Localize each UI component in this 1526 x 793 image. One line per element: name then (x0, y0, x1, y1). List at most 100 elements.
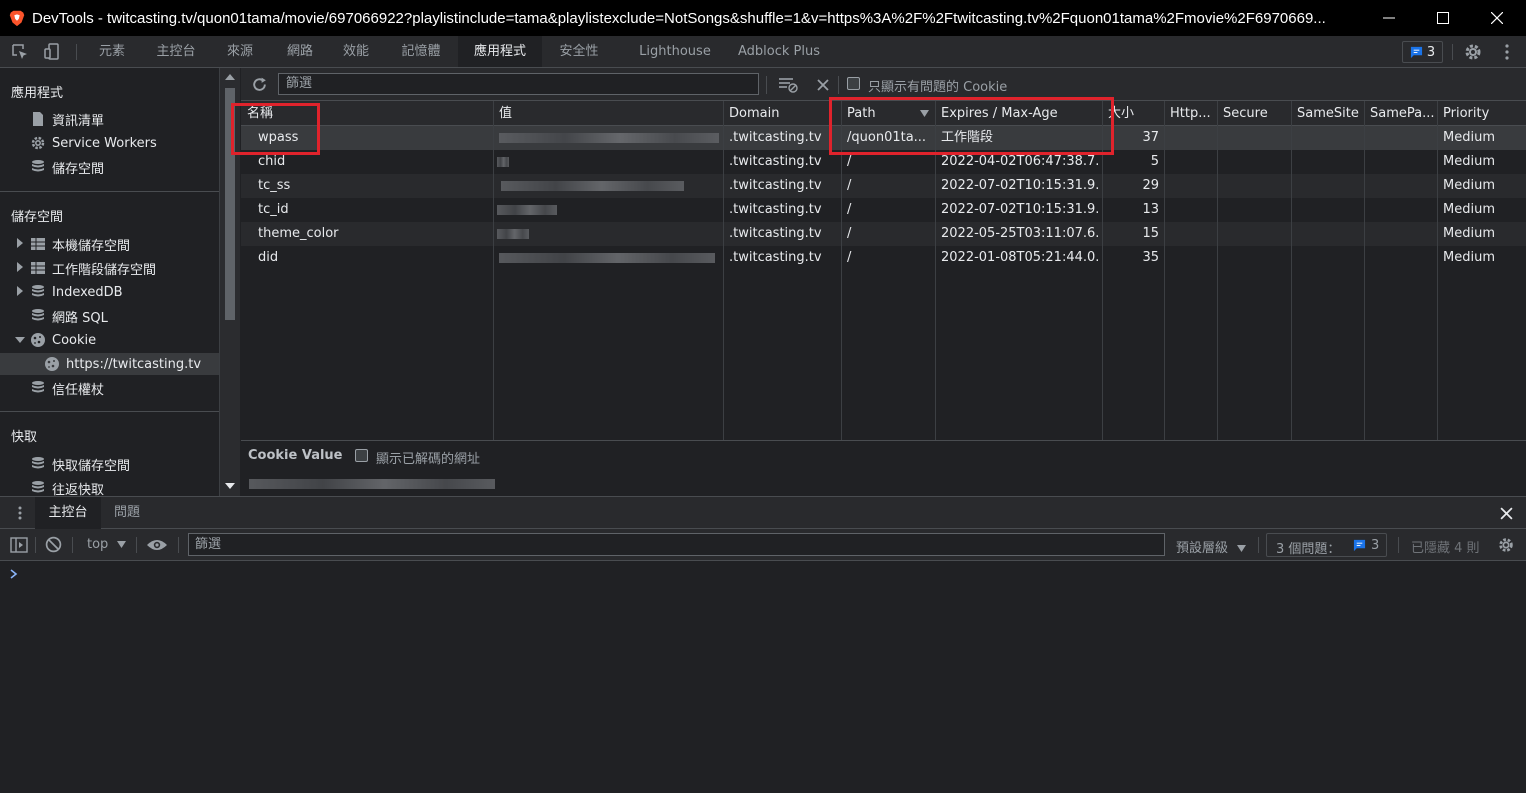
tab-lighthouse[interactable]: Lighthouse (628, 36, 722, 67)
console-output[interactable] (0, 561, 1526, 793)
minimize-button[interactable] (1362, 0, 1416, 36)
collapse-arrow-icon[interactable] (15, 336, 25, 344)
cookie-expires: 2022-05-25T03:11:07.6... (941, 226, 1099, 241)
tab-application[interactable]: 應用程式 (458, 36, 542, 67)
drawer-menu-icon[interactable] (12, 505, 28, 521)
table-grid-icon (31, 238, 45, 250)
document-icon (33, 112, 43, 126)
database-icon (32, 381, 44, 393)
tab-security[interactable]: 安全性 (544, 36, 614, 67)
cookie-priority: Medium (1443, 202, 1495, 217)
sidebar-item-indexeddb[interactable]: IndexedDB (30, 281, 123, 303)
scroll-down-arrow-icon[interactable] (224, 482, 236, 490)
cookie-path: / (847, 178, 852, 193)
scroll-up-arrow-icon[interactable] (224, 73, 236, 81)
table-grid-icon (31, 262, 45, 274)
minimize-icon (1383, 17, 1395, 19)
cookie-priority: Medium (1443, 154, 1495, 169)
sidebar-item-web-sql[interactable]: 網路 SQL (30, 305, 108, 327)
cookie-filter-input[interactable]: 篩選 (278, 73, 759, 95)
cookie-priority: Medium (1443, 130, 1495, 145)
maximize-button[interactable] (1416, 0, 1470, 36)
redacted-value (501, 181, 684, 191)
tab-sources[interactable]: 來源 (212, 36, 268, 67)
cookie-value-label: Cookie Value (248, 448, 343, 463)
sidebar-section-storage: 儲存空間 (11, 210, 64, 225)
table-row[interactable]: theme_color .twitcasting.tv / 2022-05-25… (241, 222, 1526, 246)
database-icon (32, 285, 44, 297)
clear-console-icon[interactable] (45, 536, 62, 553)
tab-performance[interactable]: 效能 (328, 36, 384, 67)
expand-arrow-icon[interactable] (16, 238, 24, 248)
close-drawer-icon[interactable] (1500, 507, 1513, 520)
only-issues-checkbox[interactable] (847, 77, 860, 90)
issues-counter-button[interactable]: 3 個問題： 3 (1266, 533, 1387, 557)
sidebar-item-local-storage[interactable]: 本機儲存空間 (30, 233, 130, 255)
tab-adblock-plus[interactable]: Adblock Plus (728, 36, 830, 67)
sidebar-item-cookie-origin[interactable]: https://twitcasting.tv (0, 353, 219, 375)
tab-elements[interactable]: 元素 (84, 36, 140, 67)
column-header-sameparty[interactable]: SamePa... (1364, 101, 1437, 126)
sidebar-item-session-storage[interactable]: 工作階段儲存空間 (30, 257, 156, 279)
close-window-button[interactable] (1470, 0, 1524, 36)
sidebar-item-back-forward-cache[interactable]: 往返快取 (30, 477, 104, 496)
refresh-icon[interactable] (251, 76, 268, 93)
cookie-name: tc_id (258, 202, 289, 217)
drawer-tab-console[interactable]: 主控台 (35, 497, 101, 529)
column-header-samesite[interactable]: SameSite (1291, 101, 1364, 126)
cookie-domain: .twitcasting.tv (729, 178, 822, 193)
expand-arrow-icon[interactable] (16, 286, 24, 296)
sidebar-item-cache-storage[interactable]: 快取儲存空間 (30, 453, 130, 475)
sidebar-item-service-workers[interactable]: Service Workers (30, 132, 157, 154)
console-filter-input[interactable]: 篩選 (188, 533, 1165, 556)
redacted-cookie-value (249, 479, 495, 489)
column-header-domain[interactable]: Domain (723, 101, 841, 126)
cookie-size: 15 (1142, 226, 1159, 241)
tab-network[interactable]: 網路 (272, 36, 328, 67)
cookie-path: / (847, 202, 852, 217)
drawer-tab-issues[interactable]: 問題 (103, 497, 151, 529)
column-header-httponly[interactable]: Http... (1164, 101, 1217, 126)
database-icon (32, 457, 44, 469)
sidebar-section-cache: 快取 (11, 430, 38, 445)
log-levels-select[interactable]: 預設層級 (1176, 537, 1247, 556)
execution-context-select[interactable]: top (87, 537, 127, 552)
sidebar-item-cookies[interactable]: Cookie (30, 329, 96, 351)
column-header-secure[interactable]: Secure (1217, 101, 1291, 126)
highlight-path-expires-box (829, 97, 1114, 155)
show-decoded-url-checkbox[interactable] (355, 449, 368, 462)
redacted-value (497, 229, 529, 239)
application-sidebar: 應用程式 資訊清單 Service Workers 儲存空間 儲存空間 本機儲存… (0, 68, 219, 496)
cookie-path: / (847, 226, 852, 241)
maximize-icon (1437, 12, 1449, 24)
issues-badge-button[interactable]: 3 (1402, 41, 1443, 63)
devtools-tab-strip: 元素 主控台 來源 網路 效能 記憶體 應用程式 安全性 Lighthouse … (0, 36, 1526, 68)
database-icon (32, 309, 44, 321)
column-header-priority[interactable]: Priority (1437, 101, 1526, 126)
expand-arrow-icon[interactable] (16, 262, 24, 272)
cookie-icon (31, 333, 45, 347)
tab-console[interactable]: 主控台 (144, 36, 208, 67)
show-sidebar-icon[interactable] (10, 537, 28, 553)
sidebar-item-manifest[interactable]: 資訊清單 (30, 108, 104, 130)
device-toolbar-icon[interactable] (42, 42, 62, 62)
sidebar-item-storage[interactable]: 儲存空間 (30, 156, 104, 178)
live-expression-eye-icon[interactable] (146, 537, 168, 553)
more-options-icon[interactable] (1497, 42, 1517, 62)
clear-all-icon[interactable] (817, 79, 829, 91)
clear-filtered-icon[interactable] (778, 75, 798, 93)
console-settings-gear-icon[interactable] (1497, 536, 1515, 554)
table-row[interactable]: did .twitcasting.tv / 2022-01-08T05:21:4… (241, 246, 1526, 270)
table-row[interactable]: tc_ss .twitcasting.tv / 2022-07-02T10:15… (241, 174, 1526, 198)
table-row[interactable]: tc_id .twitcasting.tv / 2022-07-02T10:15… (241, 198, 1526, 222)
cookie-priority: Medium (1443, 178, 1495, 193)
redacted-value (497, 205, 557, 215)
cookie-priority: Medium (1443, 250, 1495, 265)
gear-icon (31, 136, 45, 150)
settings-gear-icon[interactable] (1463, 42, 1483, 62)
sidebar-item-trust-tokens[interactable]: 信任權杖 (30, 377, 104, 399)
inspect-element-icon[interactable] (10, 42, 30, 62)
column-header-value[interactable]: 值 (493, 101, 723, 126)
tab-memory[interactable]: 記憶體 (388, 36, 454, 67)
sidebar-section-application: 應用程式 (11, 86, 64, 101)
